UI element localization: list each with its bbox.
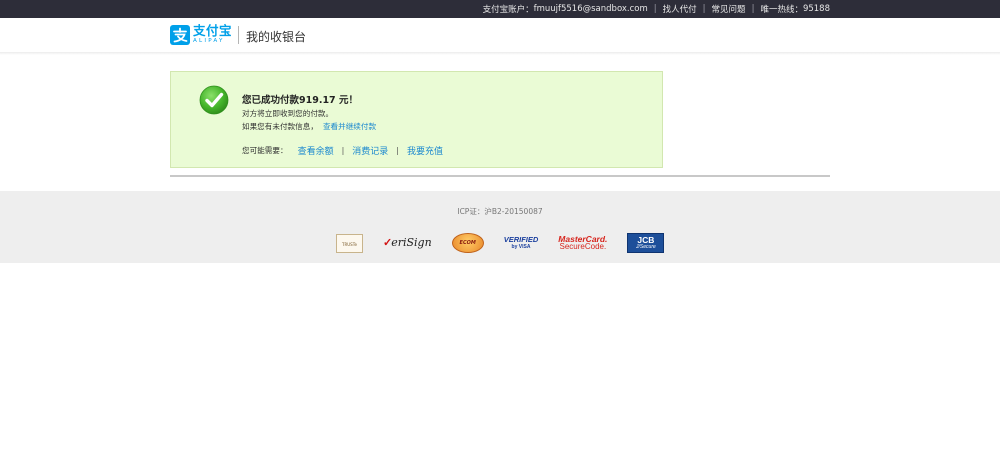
hotline-number: 95188 — [802, 4, 830, 14]
faq-link[interactable]: 常见问题 — [712, 3, 746, 15]
content-divider — [170, 175, 830, 177]
logo-divider — [238, 26, 239, 44]
alipay-logo-icon — [170, 25, 190, 45]
visa-by-text: by VISA — [511, 243, 531, 250]
top-bar-links: 支付宝账户： fmuujf5516@sandbox.com | 找人代付 | 常… — [483, 0, 830, 18]
payment-success-panel: 您已成功付款919.17 元！ 对方将立即收到您的付款。 如果您有未付款信息， 查… — [170, 71, 663, 168]
icp-license: ICP证：沪B2-20150087 — [457, 207, 543, 216]
topbar-separator: | — [751, 4, 755, 14]
security-certifications: TRUSTe ✓ eriSign ECOM VERIFIED by VISA Ma… — [336, 233, 665, 253]
footer: ICP证：沪B2-20150087 TRUSTe ✓ eriSign ECOM V… — [0, 191, 1000, 263]
truste-badge[interactable]: TRUSTe — [336, 233, 363, 253]
alipay-logo[interactable]: 支付宝 ALIPAY — [170, 24, 232, 46]
success-check-icon — [199, 85, 229, 115]
header: 支付宝 ALIPAY 我的收银台 — [0, 18, 1000, 53]
ecom-badge-text: ECOM — [459, 240, 476, 246]
verisign-text: eriSign — [391, 236, 432, 249]
verified-by-visa-badge[interactable]: VERIFIED by VISA — [504, 236, 539, 250]
cashier-title: 我的收银台 — [246, 30, 307, 44]
proxy-pay-link[interactable]: 找人代付 — [663, 3, 697, 15]
unpaid-info-row: 如果您有未付款信息， 查看并继续付款 — [242, 121, 376, 132]
unpaid-info-text: 如果您有未付款信息， — [242, 122, 318, 131]
jsecure-text: J/Secure — [636, 243, 656, 250]
header-shadow — [0, 52, 1000, 55]
alipay-logo-text: 支付宝 ALIPAY — [193, 25, 232, 44]
verisign-badge[interactable]: ✓ eriSign — [383, 233, 432, 253]
action-separator: | — [396, 146, 399, 155]
account-email: fmuujf5516@sandbox.com — [533, 4, 648, 14]
transaction-history-link[interactable]: 消费记录 — [352, 144, 388, 157]
visa-verified-text: VERIFIED — [503, 235, 539, 245]
topbar-separator: | — [653, 4, 657, 14]
suggested-actions: 您可能需要： 查看余额 | 消费记录 | 我要充值 — [242, 144, 443, 157]
mastercard-securecode-badge[interactable]: MasterCard. SecureCode. — [558, 235, 607, 252]
hotline-label: 唯一热线： — [760, 5, 803, 15]
truste-badge-text: TRUSTe — [342, 241, 357, 247]
securecode-text: SecureCode. — [559, 242, 607, 252]
needs-label: 您可能需要： — [242, 146, 288, 155]
topbar-separator: | — [702, 4, 706, 14]
action-separator: | — [341, 146, 345, 155]
ecom-badge[interactable]: ECOM — [451, 233, 484, 253]
account-label: 支付宝账户： — [482, 5, 534, 15]
view-balance-link[interactable]: 查看余额 — [298, 144, 334, 157]
success-title: 您已成功付款919.17 元！ — [242, 95, 358, 106]
continue-payment-link[interactable]: 查看并继续付款 — [323, 122, 376, 131]
top-bar: 支付宝账户： fmuujf5516@sandbox.com | 找人代付 | 常… — [0, 0, 1000, 18]
success-message: 对方将立即收到您的付款。 — [242, 109, 334, 118]
recharge-link[interactable]: 我要充值 — [407, 144, 443, 157]
logo-english: ALIPAY — [193, 37, 225, 44]
jcb-jsecure-badge[interactable]: JCB J/Secure — [627, 233, 665, 253]
logo-chinese: 支付宝 — [193, 23, 233, 39]
